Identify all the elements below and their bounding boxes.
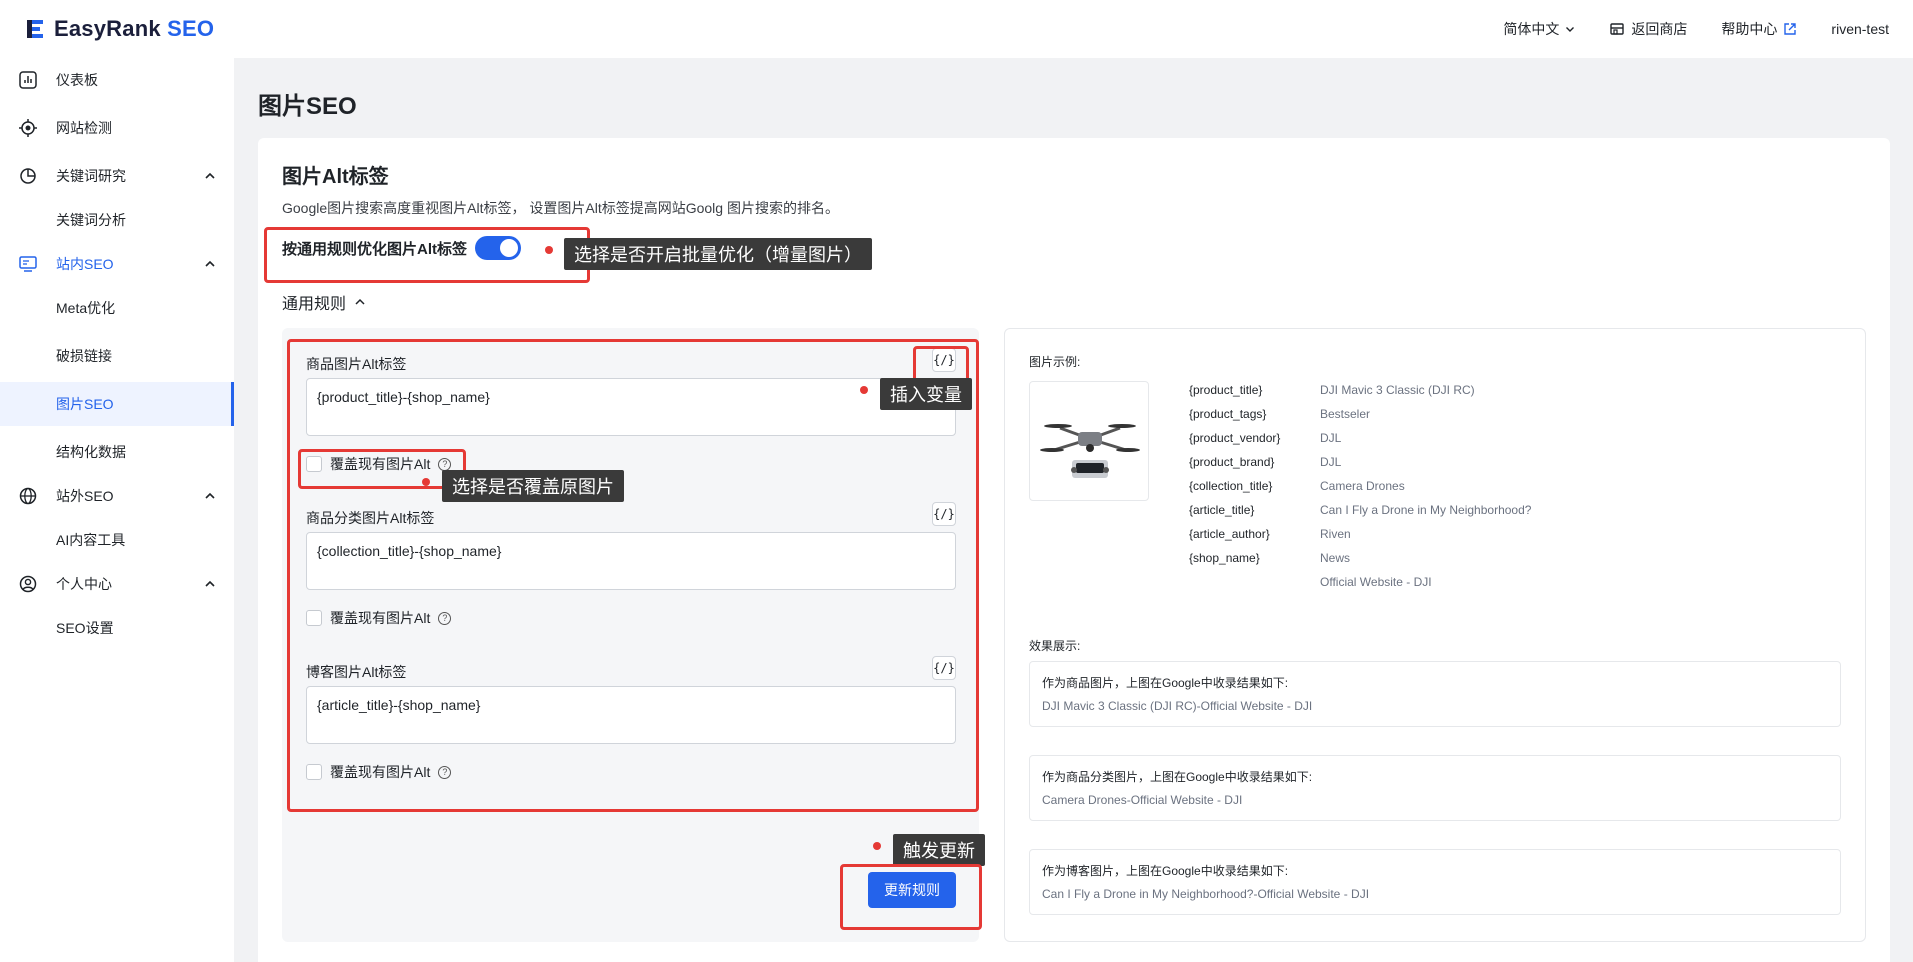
annotation-variable-tip: 插入变量 — [880, 378, 972, 410]
language-selector[interactable]: 简体中文 — [1503, 19, 1575, 39]
card-description: Google图片搜索高度重视图片Alt标签， 设置图片Alt标签提高网站Gool… — [282, 200, 839, 216]
sidebar-item-personal-center[interactable]: 个人中心 — [0, 562, 234, 606]
user-name: riven-test — [1831, 21, 1889, 37]
result-value: Camera Drones-Official Website - DJI — [1042, 793, 1243, 807]
effect-label: 效果展示: — [1029, 639, 1081, 653]
preview-panel: 图片示例: {product_title} DJI Mavic 3 Classi… — [1004, 328, 1866, 942]
variable-row: {product_vendor} DJL — [1189, 431, 1342, 445]
sidebar-item-image-seo[interactable]: 图片SEO — [0, 382, 234, 426]
back-to-store-label: 返回商店 — [1631, 21, 1688, 37]
sidebar-item-label: 仪表板 — [56, 72, 98, 88]
language-label: 简体中文 — [1503, 21, 1560, 37]
back-to-store-link[interactable]: 返回商店 — [1609, 19, 1687, 39]
sidebar-item-onsite-seo[interactable]: 站内SEO — [0, 242, 234, 286]
sidebar-item-dashboard[interactable]: 仪表板 — [0, 58, 234, 102]
sidebar-item-label: 站外SEO — [56, 488, 114, 504]
annotation-box-update — [840, 864, 982, 930]
globe-icon — [19, 487, 37, 505]
annotation-dot — [860, 386, 868, 394]
result-product: 作为商品图片，上图在Google中收录结果如下: DJI Mavic 3 Cla… — [1029, 661, 1841, 727]
monitor-icon — [19, 256, 37, 272]
dashboard-icon — [19, 71, 37, 89]
result-title: 作为商品图片，上图在Google中收录结果如下: — [1042, 676, 1289, 690]
annotation-toggle-tip: 选择是否开启批量优化（增量图片） — [564, 238, 872, 270]
sidebar-item-label: 站内SEO — [56, 256, 114, 272]
annotation-box-overwrite — [298, 449, 466, 489]
result-blog: 作为博客图片，上图在Google中收录结果如下: Can I Fly a Dro… — [1029, 849, 1841, 915]
result-title: 作为博客图片，上图在Google中收录结果如下: — [1042, 864, 1289, 878]
variable-row: {product_brand} DJL — [1189, 455, 1342, 469]
sidebar-item-label: 个人中心 — [56, 576, 112, 592]
sidebar-item-site-audit[interactable]: 网站检测 — [0, 106, 234, 150]
sidebar-item-label: 关键词分析 — [56, 212, 126, 228]
external-link-icon — [1784, 23, 1797, 35]
sidebar-item-structured-data[interactable]: 结构化数据 — [0, 430, 234, 474]
result-value: Can I Fly a Drone in My Neighborhood?-Of… — [1042, 887, 1370, 901]
sidebar-item-label: AI内容工具 — [56, 532, 126, 548]
example-label: 图片示例: — [1029, 355, 1081, 369]
drone-icon — [1040, 424, 1140, 478]
help-center-link[interactable]: 帮助中心 — [1721, 19, 1797, 39]
annotation-update-tip: 触发更新 — [893, 834, 985, 866]
chevron-down-icon — [1566, 27, 1575, 32]
brand-name: EasyRank SEO — [54, 16, 215, 41]
sidebar-item-keyword-research[interactable]: 关键词研究 — [0, 154, 234, 198]
sidebar-item-offsite-seo[interactable]: 站外SEO — [0, 474, 234, 518]
sidebar-item-label: Meta优化 — [56, 300, 116, 316]
user-circle-icon — [19, 575, 37, 593]
sidebar-item-label: 网站检测 — [56, 120, 112, 136]
annotation-dot — [873, 842, 881, 850]
target-icon — [19, 119, 37, 137]
result-collection: 作为商品分类图片，上图在Google中收录结果如下: Camera Drones… — [1029, 755, 1841, 821]
help-center-label: 帮助中心 — [1721, 21, 1778, 37]
easyrank-logo-icon — [27, 20, 43, 38]
sidebar-item-broken-links[interactable]: 破损链接 — [0, 334, 234, 378]
result-title: 作为商品分类图片，上图在Google中收录结果如下: — [1042, 770, 1313, 784]
sidebar: 仪表板 网站检测 关键词研究 关键词分析 站内SEO Meta优化 破损链接 图… — [0, 58, 234, 962]
general-rules-label: 通用规则 — [282, 296, 347, 313]
pie-chart-icon — [20, 168, 36, 184]
sidebar-item-seo-settings[interactable]: SEO设置 — [0, 606, 234, 650]
variable-row: {shop_name} News — [1189, 551, 1351, 565]
drone-image — [1029, 381, 1149, 501]
page-title: 图片SEO — [258, 93, 357, 120]
variable-row: {article_title} Can I Fly a Drone in My N… — [1189, 503, 1532, 517]
annotation-dot — [422, 478, 430, 486]
sidebar-item-label: SEO设置 — [56, 620, 114, 636]
variable-row: {article_author} Riven — [1189, 527, 1351, 541]
variable-row: {product_title} DJI Mavic 3 Classic (DJI … — [1189, 383, 1475, 397]
sidebar-item-label: 关键词研究 — [56, 168, 126, 184]
chevron-up-icon — [205, 260, 215, 267]
chevron-up-icon — [205, 580, 215, 587]
card-title: 图片Alt标签 — [282, 166, 389, 188]
chevron-up-icon — [205, 492, 215, 499]
annotation-overwrite-tip: 选择是否覆盖原图片 — [442, 470, 624, 502]
variable-row: {product_tags} Bestseler — [1189, 407, 1371, 421]
variable-row: Official Website - DJI — [1320, 575, 1432, 589]
variable-list: {product_title} DJI Mavic 3 Classic (DJI … — [1189, 383, 1531, 599]
user-menu[interactable]: riven-test — [1831, 21, 1889, 37]
annotation-box-toggle — [264, 227, 590, 283]
logo[interactable]: EasyRank SEO — [24, 16, 214, 42]
result-value: DJI Mavic 3 Classic (DJI RC)-Official We… — [1042, 699, 1313, 713]
annotation-dot — [545, 246, 553, 254]
top-bar: EasyRank SEO 简体中文 返回商店 帮助中心 riven-test — [0, 0, 1913, 58]
chevron-up-icon — [355, 298, 365, 305]
sidebar-item-label: 破损链接 — [56, 348, 112, 364]
variable-row: {collection_title} Camera Drones — [1189, 479, 1405, 493]
general-rules-header[interactable]: 通用规则 — [282, 290, 366, 314]
sidebar-item-meta[interactable]: Meta优化 — [0, 286, 234, 330]
sidebar-item-ai-content[interactable]: AI内容工具 — [0, 518, 234, 562]
chevron-up-icon — [205, 172, 215, 179]
annotation-box-rules — [287, 339, 979, 812]
store-icon — [1610, 23, 1625, 35]
sidebar-item-label: 结构化数据 — [56, 444, 126, 460]
sidebar-item-label: 图片SEO — [56, 396, 114, 412]
sidebar-item-keyword-analysis[interactable]: 关键词分析 — [0, 198, 234, 242]
